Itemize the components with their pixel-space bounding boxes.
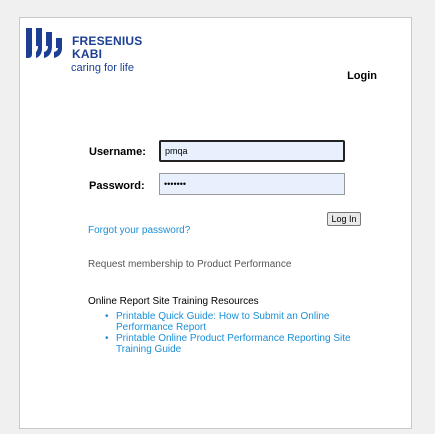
training-resources-list: • Printable Quick Guide: How to Submit a… [88, 311, 378, 355]
password-label: Password: [89, 180, 145, 192]
brand-tagline: caring for life [71, 62, 134, 74]
list-item[interactable]: • Printable Quick Guide: How to Submit a… [105, 311, 378, 333]
training-guide-link[interactable]: Printable Online Product Performance Rep… [116, 333, 351, 355]
quick-guide-link[interactable]: Printable Quick Guide: How to Submit an … [116, 311, 329, 333]
brand-name-line2: KABI [72, 47, 103, 61]
login-button[interactable]: Log In [327, 212, 361, 226]
list-item[interactable]: • Printable Online Product Performance R… [105, 333, 378, 355]
username-label: Username: [89, 146, 146, 158]
forgot-password-link[interactable]: Forgot your password? [88, 225, 190, 236]
login-title: Login [347, 70, 377, 82]
request-membership-text[interactable]: Request membership to Product Performanc… [88, 259, 291, 270]
fresenius-kabi-logo: FRESENIUS KABI caring for life [24, 26, 174, 82]
training-resources-title: Online Report Site Training Resources [88, 296, 259, 307]
fresenius-logo-icon [26, 28, 62, 58]
password-input[interactable] [159, 173, 345, 195]
login-panel: FRESENIUS KABI caring for life Login Use… [19, 17, 412, 429]
username-input[interactable] [159, 140, 345, 162]
bullet-icon: • [105, 333, 109, 344]
brand-name-line1: FRESENIUS [72, 34, 143, 48]
bullet-icon: • [105, 311, 109, 322]
